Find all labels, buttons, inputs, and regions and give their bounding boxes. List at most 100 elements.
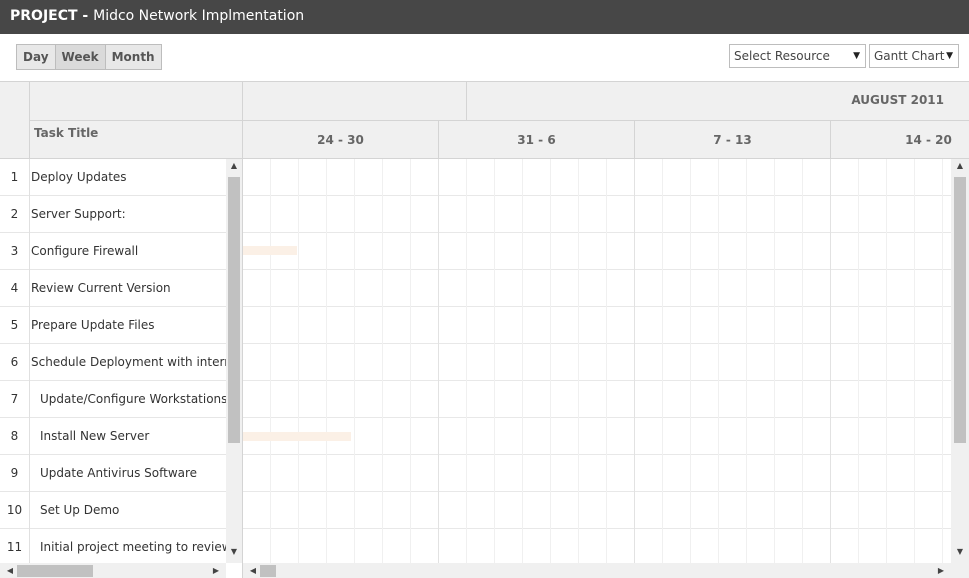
week-view-button[interactable]: Week: [55, 45, 106, 69]
task-row[interactable]: 11Initial project meeting to review pr: [0, 529, 226, 563]
scroll-down-icon[interactable]: ▼: [226, 547, 242, 556]
task-row[interactable]: 7Update/Configure Workstations (20: [0, 381, 226, 418]
row-number: 9: [0, 455, 30, 492]
row-line: [243, 232, 951, 233]
scroll-down-icon[interactable]: ▼: [952, 547, 968, 556]
task-row[interactable]: 2 Server Support:: [0, 196, 226, 233]
task-name[interactable]: Configure Firewall: [31, 233, 226, 270]
row-line: [243, 491, 951, 492]
scroll-left-icon[interactable]: ◀: [2, 566, 18, 575]
task-bar[interactable]: [243, 246, 297, 255]
day-view-button[interactable]: Day: [17, 45, 56, 69]
scrollbar-thumb[interactable]: [954, 177, 966, 443]
task-name[interactable]: Prepare Update Files: [31, 307, 226, 344]
task-name[interactable]: Set Up Demo: [31, 492, 226, 529]
row-line: [243, 380, 951, 381]
grid-line: [858, 159, 859, 563]
task-grid: Task Title 1 Deploy Updates 2 Server Suppor…: [0, 81, 243, 578]
view-type-select-value: Gantt Chart: [874, 49, 945, 63]
week-header: 31 - 6: [439, 121, 635, 159]
row-line: [243, 195, 951, 196]
grid-line: [354, 159, 355, 563]
title-prefix: PROJECT -: [10, 8, 94, 24]
task-title-header[interactable]: Task Title: [34, 126, 98, 140]
scroll-up-icon[interactable]: ▲: [952, 161, 968, 170]
scroll-right-icon[interactable]: ▶: [933, 566, 949, 575]
row-number: 4: [0, 270, 30, 307]
row-number-header: [0, 82, 30, 159]
grid-line: [466, 159, 467, 563]
view-switcher: Day Week Month: [16, 44, 162, 70]
task-name[interactable]: Server Support:: [31, 196, 226, 233]
task-name[interactable]: Schedule Deployment with internal s: [31, 344, 226, 381]
row-number: 5: [0, 307, 30, 344]
task-row[interactable]: 1 Deploy Updates: [0, 159, 226, 196]
resource-select[interactable]: Select Resource ▼: [729, 44, 866, 68]
scroll-right-icon[interactable]: ▶: [208, 566, 224, 575]
row-number: 11: [0, 529, 30, 563]
task-rows: 1 Deploy Updates 2 Server Support: 3 Configur…: [0, 159, 226, 563]
grid-line: [382, 159, 383, 563]
task-grid-vertical-scrollbar[interactable]: ▲ ▼: [226, 159, 242, 563]
scrollbar-thumb[interactable]: [228, 177, 240, 443]
task-name[interactable]: Deploy Updates: [31, 159, 226, 196]
task-name[interactable]: Update Antivirus Software: [31, 455, 226, 492]
task-row[interactable]: 10 Set Up Demo: [0, 492, 226, 529]
grid-line: [550, 159, 551, 563]
project-name: Midco Network Implmentation: [93, 8, 305, 24]
task-name[interactable]: Update/Configure Workstations (20: [31, 381, 226, 418]
row-number: 10: [0, 492, 30, 529]
grid-line: [718, 159, 719, 563]
task-row[interactable]: 9 Update Antivirus Software: [0, 455, 226, 492]
task-name[interactable]: Initial project meeting to review pr: [31, 529, 226, 563]
row-line: [243, 269, 951, 270]
grid-line: [438, 159, 439, 563]
month-view-button[interactable]: Month: [105, 45, 161, 69]
month-label: AUGUST 2011: [851, 93, 944, 107]
task-row[interactable]: 4 Review Current Version: [0, 270, 226, 307]
task-grid-header: Task Title: [0, 82, 243, 159]
grid-line: [942, 159, 943, 563]
task-name[interactable]: Install New Server: [31, 418, 226, 455]
row-number: 8: [0, 418, 30, 455]
week-header: 7 - 13: [635, 121, 831, 159]
scrollbar-corner: [951, 563, 969, 578]
grid-line: [886, 159, 887, 563]
grid-line: [298, 159, 299, 563]
scrollbar-thumb[interactable]: [260, 565, 276, 577]
row-line: [243, 343, 951, 344]
grid-line: [802, 159, 803, 563]
row-line: [243, 528, 951, 529]
week-header: 14 - 20: [831, 121, 969, 159]
scroll-left-icon[interactable]: ◀: [245, 566, 261, 575]
scroll-up-icon[interactable]: ▲: [226, 161, 242, 170]
scrollbar-thumb[interactable]: [17, 565, 93, 577]
view-type-select[interactable]: Gantt Chart ▼: [869, 44, 959, 68]
gantt-horizontal-scrollbar[interactable]: ◀ ▶: [243, 563, 951, 578]
task-row[interactable]: 8 Install New Server: [0, 418, 226, 455]
grid-line: [270, 159, 271, 563]
gantt-header: AUGUST 2011 24 - 30 31 - 6 7 - 13 14 - 2…: [243, 82, 969, 159]
title-bar: PROJECT - Midco Network Implmentation: [0, 0, 969, 34]
grid-line: [522, 159, 523, 563]
row-line: [243, 417, 951, 418]
grid-line: [578, 159, 579, 563]
page-title: PROJECT - Midco Network Implmentation: [10, 8, 304, 24]
grid-line: [494, 159, 495, 563]
header-spacer: [30, 82, 243, 121]
task-grid-horizontal-scrollbar[interactable]: ◀ ▶: [0, 563, 226, 578]
grid-line: [410, 159, 411, 563]
grid-line: [830, 159, 831, 563]
grid-line: [634, 159, 635, 563]
task-name[interactable]: Review Current Version: [31, 270, 226, 307]
row-line: [243, 306, 951, 307]
task-row[interactable]: 3 Configure Firewall: [0, 233, 226, 270]
gantt-vertical-scrollbar[interactable]: ▲ ▼: [951, 159, 969, 563]
task-row[interactable]: 6Schedule Deployment with internal s: [0, 344, 226, 381]
row-number: 6: [0, 344, 30, 381]
row-number: 3: [0, 233, 30, 270]
task-row[interactable]: 5 Prepare Update Files: [0, 307, 226, 344]
task-bar[interactable]: [243, 432, 351, 441]
chevron-down-icon: ▼: [853, 51, 860, 61]
grid-line: [746, 159, 747, 563]
